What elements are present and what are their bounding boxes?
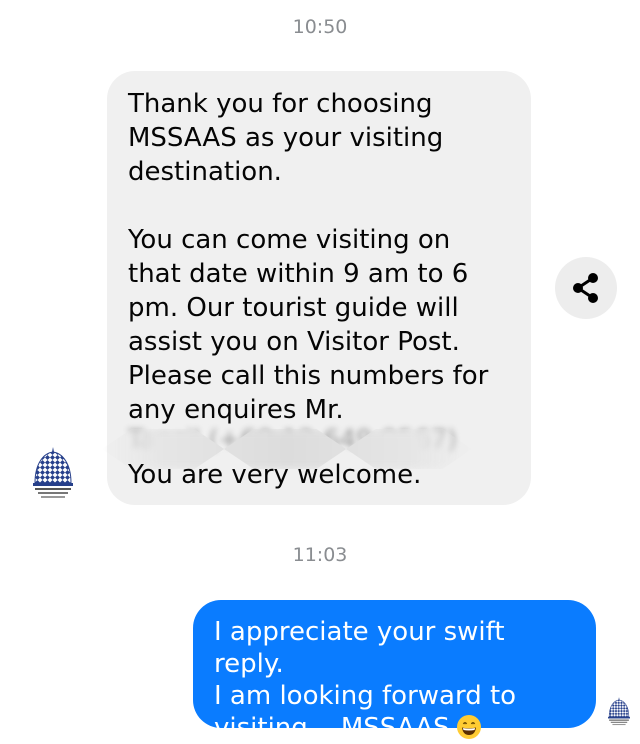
message-line: I am looking forward to bbox=[214, 681, 517, 711]
message-paragraph: Thank you for choosing MSSAAS as your vi… bbox=[128, 89, 444, 187]
mosque-dome-avatar-icon bbox=[33, 447, 73, 498]
outgoing-message-bubble[interactable]: I appreciate your swift reply. I am look… bbox=[193, 600, 596, 743]
incoming-message-bubble[interactable]: Thank you for choosing MSSAAS as your vi… bbox=[102, 71, 531, 505]
share-icon bbox=[573, 273, 598, 303]
message-paragraph: You are very welcome. bbox=[128, 460, 422, 490]
message-line: I appreciate your swift reply. bbox=[214, 617, 505, 679]
grinning-face-emoji-icon bbox=[456, 715, 481, 739]
read-receipt-avatar bbox=[606, 696, 632, 730]
timestamp: 11:03 bbox=[292, 544, 348, 566]
message-word: MSSAAS bbox=[340, 713, 450, 743]
share-button[interactable] bbox=[555, 257, 617, 319]
sender-avatar[interactable] bbox=[30, 445, 76, 507]
message-line-3: visiting MSSAAS bbox=[214, 712, 582, 744]
mosque-dome-avatar-icon bbox=[608, 697, 630, 726]
message-paragraph: You can come visiting on that date withi… bbox=[128, 225, 489, 425]
timestamp: 10:50 bbox=[292, 16, 348, 38]
message-word: visiting bbox=[214, 713, 308, 743]
